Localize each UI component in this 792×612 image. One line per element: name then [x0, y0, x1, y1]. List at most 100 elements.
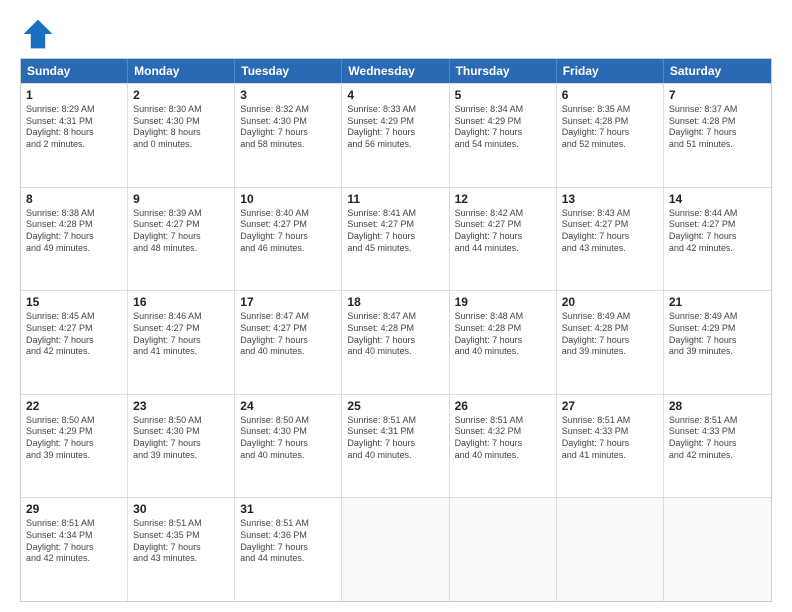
cell-line: Daylight: 7 hours: [240, 438, 336, 450]
cell-line: Sunset: 4:27 PM: [240, 219, 336, 231]
cell-line: Sunrise: 8:47 AM: [240, 311, 336, 323]
cell-line: Daylight: 7 hours: [669, 231, 766, 243]
day-number: 9: [133, 192, 229, 206]
empty-cell: [664, 498, 771, 601]
day-number: 2: [133, 88, 229, 102]
day-cell-5: 5Sunrise: 8:34 AMSunset: 4:29 PMDaylight…: [450, 84, 557, 187]
day-cell-1: 1Sunrise: 8:29 AMSunset: 4:31 PMDaylight…: [21, 84, 128, 187]
cell-line: Sunset: 4:33 PM: [562, 426, 658, 438]
day-cell-20: 20Sunrise: 8:49 AMSunset: 4:28 PMDayligh…: [557, 291, 664, 394]
day-cell-18: 18Sunrise: 8:47 AMSunset: 4:28 PMDayligh…: [342, 291, 449, 394]
cell-line: and 51 minutes.: [669, 139, 766, 151]
day-cell-8: 8Sunrise: 8:38 AMSunset: 4:28 PMDaylight…: [21, 188, 128, 291]
day-cell-23: 23 Sunrise: 8:50 AMSunset: 4:30 PMDayligh…: [128, 395, 235, 498]
cell-line: Sunrise: 8:44 AM: [669, 208, 766, 220]
day-cell-9: 9Sunrise: 8:39 AMSunset: 4:27 PMDaylight…: [128, 188, 235, 291]
cell-line: Daylight: 7 hours: [347, 335, 443, 347]
cell-line: Sunset: 4:28 PM: [347, 323, 443, 335]
cell-line: Sunrise: 8:47 AM: [347, 311, 443, 323]
cell-line: and 39 minutes.: [133, 450, 229, 462]
cell-line: Sunrise: 8:35 AM: [562, 104, 658, 116]
cell-line: Sunrise: 8:49 AM: [562, 311, 658, 323]
day-number: 27: [562, 399, 658, 413]
day-cell-27: 27Sunrise: 8:51 AMSunset: 4:33 PMDayligh…: [557, 395, 664, 498]
cell-line: Daylight: 7 hours: [240, 335, 336, 347]
week-3: 15Sunrise: 8:45 AMSunset: 4:27 PMDayligh…: [21, 290, 771, 394]
cell-line: Sunset: 4:28 PM: [562, 323, 658, 335]
day-number: 13: [562, 192, 658, 206]
day-number: 20: [562, 295, 658, 309]
empty-cell: [557, 498, 664, 601]
day-number: 24: [240, 399, 336, 413]
day-cell-10: 10Sunrise: 8:40 AMSunset: 4:27 PMDayligh…: [235, 188, 342, 291]
day-number: 12: [455, 192, 551, 206]
cell-line: Sunset: 4:29 PM: [669, 323, 766, 335]
cell-line: Sunrise: 8:39 AM: [133, 208, 229, 220]
cell-line: and 2 minutes.: [26, 139, 122, 151]
cell-line: Sunset: 4:28 PM: [562, 116, 658, 128]
cell-line: Sunrise: 8:46 AM: [133, 311, 229, 323]
day-number: 1: [26, 88, 122, 102]
header-cell-saturday: Saturday: [664, 59, 771, 83]
day-cell-13: 13Sunrise: 8:43 AMSunset: 4:27 PMDayligh…: [557, 188, 664, 291]
cell-line: and 54 minutes.: [455, 139, 551, 151]
cell-line: Sunrise: 8:48 AM: [455, 311, 551, 323]
header-cell-thursday: Thursday: [450, 59, 557, 83]
day-cell-21: 21Sunrise: 8:49 AMSunset: 4:29 PMDayligh…: [664, 291, 771, 394]
cell-line: Sunset: 4:30 PM: [133, 426, 229, 438]
cell-line: Sunrise: 8:50 AM: [240, 415, 336, 427]
cell-line: and 58 minutes.: [240, 139, 336, 151]
cell-line: Daylight: 7 hours: [455, 335, 551, 347]
week-2: 8Sunrise: 8:38 AMSunset: 4:28 PMDaylight…: [21, 187, 771, 291]
cell-line: Daylight: 7 hours: [26, 438, 122, 450]
cell-line: Daylight: 7 hours: [455, 127, 551, 139]
cell-line: Sunrise: 8:50 AM: [26, 415, 122, 427]
cell-line: and 49 minutes.: [26, 243, 122, 255]
day-number: 23: [133, 399, 229, 413]
cell-line: Sunset: 4:29 PM: [455, 116, 551, 128]
cell-line: Daylight: 7 hours: [133, 438, 229, 450]
cell-line: Daylight: 7 hours: [455, 231, 551, 243]
cell-line: Daylight: 7 hours: [240, 127, 336, 139]
cell-line: and 45 minutes.: [347, 243, 443, 255]
day-number: 21: [669, 295, 766, 309]
cell-line: Sunrise: 8:43 AM: [562, 208, 658, 220]
cell-line: Sunrise: 8:50 AM: [133, 415, 229, 427]
cell-line: and 40 minutes.: [347, 450, 443, 462]
day-number: 5: [455, 88, 551, 102]
cell-line: Daylight: 7 hours: [562, 231, 658, 243]
cell-line: and 41 minutes.: [562, 450, 658, 462]
cell-line: Sunset: 4:27 PM: [26, 323, 122, 335]
day-cell-19: 19 Sunrise: 8:48 AMSunset: 4:28 PMDayligh…: [450, 291, 557, 394]
calendar-header: SundayMondayTuesdayWednesdayThursdayFrid…: [21, 59, 771, 83]
header-cell-monday: Monday: [128, 59, 235, 83]
cell-line: Daylight: 7 hours: [347, 438, 443, 450]
cell-line: Sunset: 4:28 PM: [455, 323, 551, 335]
cell-line: Sunrise: 8:32 AM: [240, 104, 336, 116]
day-number: 19: [455, 295, 551, 309]
empty-cell: [342, 498, 449, 601]
day-number: 14: [669, 192, 766, 206]
day-cell-14: 14Sunrise: 8:44 AMSunset: 4:27 PMDayligh…: [664, 188, 771, 291]
cell-line: Sunrise: 8:38 AM: [26, 208, 122, 220]
day-number: 8: [26, 192, 122, 206]
week-5: 29Sunrise: 8:51 AMSunset: 4:34 PMDayligh…: [21, 497, 771, 601]
day-number: 25: [347, 399, 443, 413]
day-cell-30: 30Sunrise: 8:51 AMSunset: 4:35 PMDayligh…: [128, 498, 235, 601]
cell-line: and 43 minutes.: [562, 243, 658, 255]
header: [20, 16, 772, 52]
cell-line: Sunrise: 8:37 AM: [669, 104, 766, 116]
cell-line: and 44 minutes.: [455, 243, 551, 255]
cell-line: Sunset: 4:27 PM: [133, 323, 229, 335]
cell-line: and 48 minutes.: [133, 243, 229, 255]
cell-line: and 43 minutes.: [133, 553, 229, 565]
cell-line: and 42 minutes.: [669, 450, 766, 462]
cell-line: Daylight: 7 hours: [347, 127, 443, 139]
cell-line: Sunset: 4:30 PM: [240, 426, 336, 438]
cell-line: and 41 minutes.: [133, 346, 229, 358]
calendar-body: 1Sunrise: 8:29 AMSunset: 4:31 PMDaylight…: [21, 83, 771, 601]
cell-line: Sunrise: 8:51 AM: [455, 415, 551, 427]
day-cell-15: 15Sunrise: 8:45 AMSunset: 4:27 PMDayligh…: [21, 291, 128, 394]
day-number: 22: [26, 399, 122, 413]
cell-line: and 56 minutes.: [347, 139, 443, 151]
